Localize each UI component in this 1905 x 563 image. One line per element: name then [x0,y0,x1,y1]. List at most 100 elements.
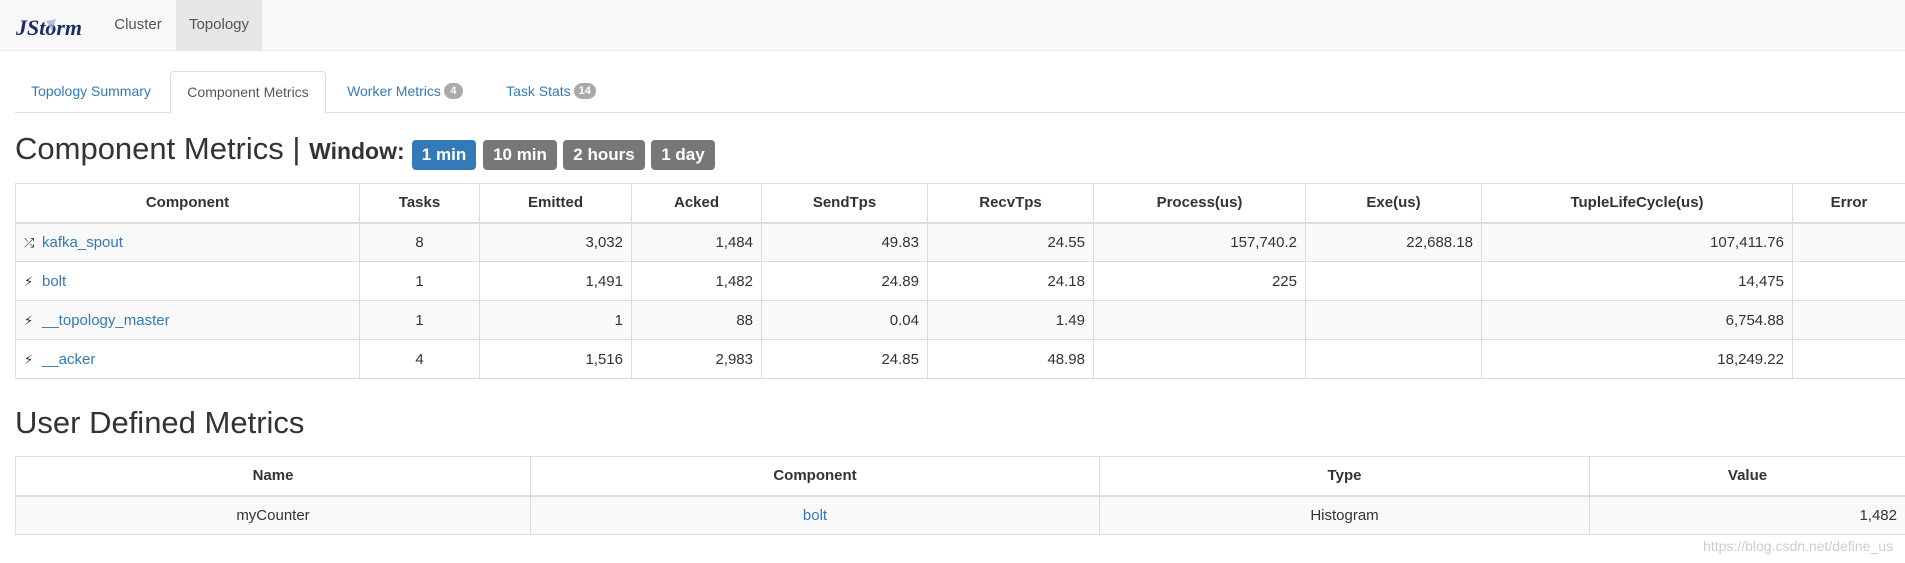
task-count-badge: 14 [573,83,596,100]
col-header[interactable]: Exe(us) [1305,183,1482,224]
col-header[interactable]: Tasks [359,183,480,224]
col-header[interactable]: Acked [631,183,762,224]
exe-cell: 22,688.18 [1305,222,1482,262]
table-row: myCounter bolt Histogram 1,482 [15,495,1905,535]
exe-cell [1305,339,1482,379]
component-cell: ⚡ bolt [15,261,360,301]
error-cell [1792,222,1905,262]
col-header[interactable]: TupleLifeCycle(us) [1481,183,1793,224]
bolt-icon: ⚡ [24,351,34,367]
exe-cell [1305,261,1482,301]
process-cell: 157,740.2 [1093,222,1306,262]
col-header[interactable]: RecvTps [927,183,1094,224]
tab-component-metrics[interactable]: Component Metrics [170,71,326,114]
tasks-cell: 1 [359,261,480,301]
nav-cluster[interactable]: Cluster [101,0,175,50]
watermark-text: https://blog.csdn.net/define_us [1703,538,1893,554]
col-header[interactable]: Error [1792,183,1905,224]
col-header[interactable]: Emitted [479,183,632,224]
sendtps-cell: 0.04 [761,300,928,340]
tab-label: Task Stats [506,83,571,99]
metric-component-cell: bolt [530,495,1100,535]
metric-name-cell: myCounter [15,495,531,535]
window-1min-button[interactable]: 1 min [412,140,476,170]
bolt-icon: ⚡ [24,273,34,289]
window-label: Window: [309,138,405,164]
tuple-cell: 6,754.88 [1481,300,1793,340]
emitted-cell: 1,491 [479,261,632,301]
acked-cell: 1,484 [631,222,762,262]
metric-value-cell: 1,482 [1589,495,1905,535]
user-metrics-table: Name Component Type Value myCounter bolt… [15,456,1905,535]
emitted-cell: 1,516 [479,339,632,379]
tab-task-stats[interactable]: Task Stats 14 [485,71,617,113]
col-header[interactable]: Component [15,183,360,224]
page-title: Component Metrics | Window: [15,129,405,171]
recvtps-cell: 24.18 [927,261,1094,301]
page-title-text: Component Metrics | [15,131,301,166]
window-10min-button[interactable]: 10 min [483,140,557,170]
table-row: ⤮ kafka_spout 8 3,032 1,484 49.83 24.55 1… [15,222,1905,262]
bolt-icon: ⚡ [24,312,34,328]
window-2hours-button[interactable]: 2 hours [563,140,645,170]
table-row: ⚡ __topology_master 1 1 88 0.04 1.49 6,75… [15,300,1905,340]
col-header[interactable]: Process(us) [1093,183,1306,224]
component-metrics-table: Component Tasks Emitted Acked SendTps Re… [15,183,1905,379]
col-header[interactable]: Name [15,456,531,497]
emitted-cell: 3,032 [479,222,632,262]
tab-label: Topology Summary [31,83,151,99]
tuple-cell: 14,475 [1481,261,1793,301]
tab-topology-summary[interactable]: Topology Summary [15,71,167,113]
sendtps-cell: 24.85 [761,339,928,379]
acked-cell: 2,983 [631,339,762,379]
jstorm-logo[interactable]: JStorm [15,9,84,43]
component-link[interactable]: bolt [803,507,827,524]
component-cell: ⚡ __topology_master [15,300,360,340]
error-cell [1792,300,1905,340]
sendtps-cell: 49.83 [761,222,928,262]
svg-text:JStorm: JStorm [16,15,82,40]
exe-cell [1305,300,1482,340]
metrics-tabs: Topology Summary Component Metrics Worke… [15,71,1905,114]
window-1day-button[interactable]: 1 day [651,140,715,170]
component-link[interactable]: __acker [42,351,95,368]
process-cell [1093,339,1306,379]
component-link[interactable]: __topology_master [42,312,170,329]
emitted-cell: 1 [479,300,632,340]
top-navbar: JStorm Cluster Topology [0,0,1905,51]
component-cell: ⚡ __acker [15,339,360,379]
user-metrics-title: User Defined Metrics [15,405,305,440]
worker-count-badge: 4 [443,83,463,100]
table-row: ⚡ bolt 1 1,491 1,482 24.89 24.18 225 14,4… [15,261,1905,301]
table-header-row: Component Tasks Emitted Acked SendTps Re… [15,183,1905,224]
tasks-cell: 1 [359,300,480,340]
tab-label: Worker Metrics [347,83,441,99]
tuple-cell: 107,411.76 [1481,222,1793,262]
col-header[interactable]: Component [530,456,1100,497]
component-cell: ⤮ kafka_spout [15,222,360,262]
col-header[interactable]: SendTps [761,183,928,224]
recvtps-cell: 24.55 [927,222,1094,262]
process-cell: 225 [1093,261,1306,301]
metric-type-cell: Histogram [1099,495,1590,535]
component-link[interactable]: bolt [42,273,66,290]
table-header-row: Name Component Type Value [15,456,1905,497]
tuple-cell: 18,249.22 [1481,339,1793,379]
tasks-cell: 8 [359,222,480,262]
component-link[interactable]: kafka_spout [42,234,123,251]
nav-topology[interactable]: Topology [176,0,262,50]
error-cell [1792,339,1905,379]
acked-cell: 88 [631,300,762,340]
recvtps-cell: 48.98 [927,339,1094,379]
recvtps-cell: 1.49 [927,300,1094,340]
tasks-cell: 4 [359,339,480,379]
tab-label: Component Metrics [187,84,309,100]
shuffle-icon: ⤮ [24,234,35,250]
acked-cell: 1,482 [631,261,762,301]
error-cell [1792,261,1905,301]
col-header[interactable]: Type [1099,456,1590,497]
col-header[interactable]: Value [1589,456,1905,497]
tab-worker-metrics[interactable]: Worker Metrics 4 [329,71,481,113]
sendtps-cell: 24.89 [761,261,928,301]
process-cell [1093,300,1306,340]
